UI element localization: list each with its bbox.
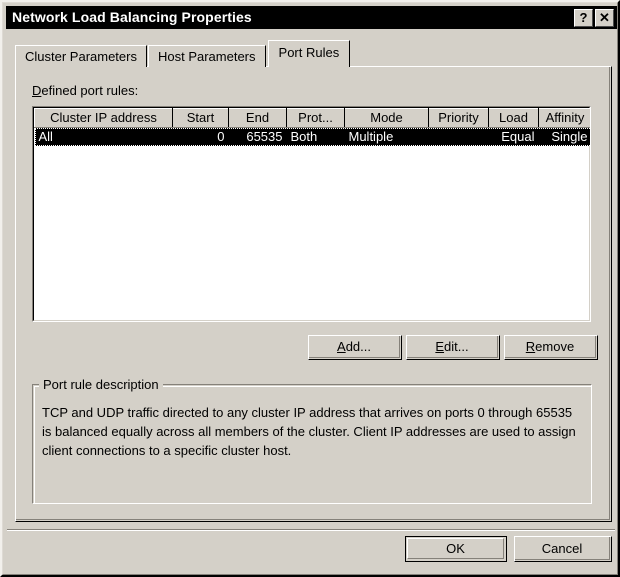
ok-button-inner: OK bbox=[407, 538, 504, 559]
table-cell: Both bbox=[286, 127, 345, 146]
tab-host-parameters[interactable]: Host Parameters bbox=[147, 45, 266, 67]
tab-port-rules[interactable]: Port Rules bbox=[267, 40, 351, 67]
ok-button[interactable]: OK bbox=[405, 536, 507, 562]
edit-button-inner: Edit... bbox=[407, 336, 498, 358]
table-cell: 0 bbox=[172, 127, 229, 146]
remove-button-inner: Remove bbox=[505, 336, 596, 358]
edit-button-label: dit... bbox=[444, 339, 469, 354]
window-title: Network Load Balancing Properties bbox=[12, 9, 252, 25]
accelerator-letter: D bbox=[32, 83, 42, 98]
port-rules-table: Cluster IP address Start End Prot... Mode Pri… bbox=[34, 108, 591, 316]
groupbox-title: Port rule description bbox=[39, 377, 163, 392]
remove-button[interactable]: Remove bbox=[504, 335, 598, 360]
tab-strip: Cluster Parameters Host Parameters Port … bbox=[15, 39, 351, 67]
column-header[interactable]: End bbox=[228, 108, 287, 128]
cancel-button-inner: Cancel bbox=[515, 537, 610, 560]
add-button-inner: Add... bbox=[309, 336, 400, 358]
table-filler-row bbox=[35, 146, 591, 316]
table-cell: 65535 bbox=[228, 127, 287, 146]
edit-button[interactable]: Edit... bbox=[406, 335, 500, 360]
listview-inner-frame: Cluster IP address Start End Prot... Mode Pri… bbox=[33, 107, 590, 321]
help-icon[interactable]: ? bbox=[574, 8, 593, 27]
column-header[interactable]: Load bbox=[488, 108, 539, 128]
table-body: All 0 65535 Both Multiple Equal Single bbox=[34, 127, 591, 316]
table-cell: Equal bbox=[488, 127, 539, 146]
table-cell: Multiple bbox=[344, 127, 429, 146]
label-rest: efined port rules: bbox=[41, 83, 139, 98]
table-header: Cluster IP address Start End Prot... Mode Pri… bbox=[34, 108, 590, 128]
accelerator-letter: A bbox=[337, 339, 346, 354]
tab-label: Host Parameters bbox=[157, 48, 256, 64]
column-header[interactable]: Prot... bbox=[286, 108, 345, 128]
table-cell: Single bbox=[538, 127, 590, 146]
column-header[interactable]: Priority bbox=[428, 108, 489, 128]
accelerator-letter: E bbox=[435, 339, 445, 354]
table-cell bbox=[428, 127, 489, 146]
port-rule-description-text: TCP and UDP traffic directed to any clus… bbox=[42, 405, 576, 458]
defined-port-rules-label: Defined port rules: bbox=[32, 83, 138, 98]
remove-button-label: emove bbox=[535, 339, 575, 354]
bottom-separator bbox=[7, 529, 615, 531]
close-icon[interactable]: ✕ bbox=[595, 8, 614, 27]
port-rules-listview[interactable]: Cluster IP address Start End Prot... Mode Pri… bbox=[32, 106, 591, 322]
column-header[interactable]: Cluster IP address bbox=[34, 108, 173, 128]
dialog-window: Network Load Balancing Properties ? ✕ Cl… bbox=[0, 0, 620, 577]
title-bar[interactable]: Network Load Balancing Properties ? ✕ bbox=[6, 6, 617, 29]
title-bar-buttons: ? ✕ bbox=[574, 8, 617, 27]
dialog-inner-frame: Network Load Balancing Properties ? ✕ Cl… bbox=[2, 2, 618, 575]
add-button[interactable]: Add... bbox=[308, 335, 402, 360]
column-header[interactable]: Start bbox=[172, 108, 229, 128]
table-filler-cell bbox=[35, 146, 591, 316]
cancel-button[interactable]: Cancel bbox=[514, 536, 612, 562]
tab-label: Cluster Parameters bbox=[25, 48, 137, 64]
column-header[interactable]: Affinity bbox=[538, 108, 590, 128]
accelerator-letter: R bbox=[525, 339, 536, 354]
table-row[interactable]: All 0 65535 Both Multiple Equal Single bbox=[34, 127, 590, 146]
add-button-label: dd... bbox=[345, 339, 371, 354]
tab-cluster-parameters[interactable]: Cluster Parameters bbox=[15, 45, 147, 67]
table-header-row: Cluster IP address Start End Prot... Mode Pri… bbox=[34, 108, 590, 128]
column-header[interactable]: Mode bbox=[344, 108, 429, 128]
table-cell: All bbox=[34, 127, 173, 146]
tab-label: Port Rules bbox=[278, 45, 340, 60]
